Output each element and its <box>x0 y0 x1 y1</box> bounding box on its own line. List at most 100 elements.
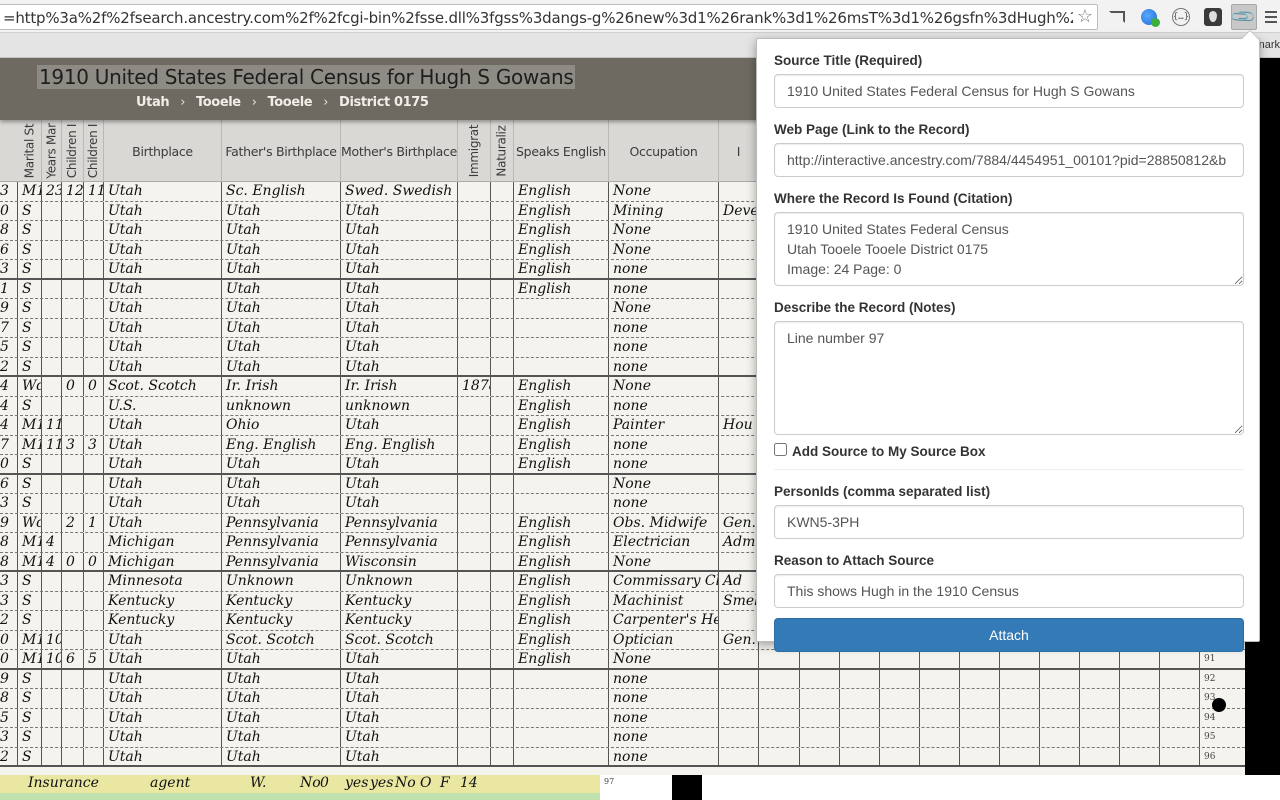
cell-ind <box>719 396 759 415</box>
cell-blank <box>1080 650 1120 668</box>
breadcrumb-city[interactable]: Tooele <box>268 95 313 110</box>
cell-blank <box>1040 747 1080 765</box>
person-ids-input[interactable] <box>774 505 1244 539</box>
cell-age: 3 <box>0 182 18 201</box>
cell-cl <box>84 338 104 357</box>
cell-mbp: Utah <box>341 318 458 337</box>
cell-fbp: Kentucky <box>222 591 341 610</box>
cast-icon <box>1109 11 1125 23</box>
attach-button[interactable]: Attach <box>774 618 1244 652</box>
column-header-label: Occupation <box>629 143 698 159</box>
bookmarks-overflow-label[interactable]: nark <box>1259 39 1280 51</box>
browser-menu-button[interactable] <box>1262 4 1280 30</box>
cell-fbp: Pennsylvania <box>222 533 341 552</box>
cell-bp: Utah <box>104 279 222 298</box>
cell-cb <box>62 533 84 552</box>
cell-ms: S <box>18 572 42 591</box>
cell-imm <box>458 416 491 435</box>
source-box-checkbox[interactable] <box>774 443 787 456</box>
image-edge <box>672 775 702 800</box>
globe-extension-button[interactable] <box>1136 4 1162 30</box>
address-bar-url[interactable]: =http%3a%2f%2fsearch.ancestry.com%2f%2fc… <box>3 9 1073 27</box>
cell-nat <box>491 533 514 552</box>
cell-mbp: Kentucky <box>341 611 458 630</box>
cell-blank <box>1040 650 1080 668</box>
cell-age: 5 <box>0 338 18 357</box>
cell-cb: 0 <box>62 377 84 396</box>
cell-nat <box>491 474 514 493</box>
cell-eng: English <box>514 435 609 454</box>
source-box-option[interactable]: Add Source to My Source Box <box>774 443 1242 460</box>
cell-fbp: Unknown <box>222 572 341 591</box>
cell-cl <box>84 611 104 630</box>
column-header: Father's Birthplace <box>222 120 341 182</box>
column-header-label: Naturaliz <box>495 125 510 177</box>
cell-mbp: Utah <box>341 728 458 747</box>
census-row[interactable]: 3 S Utah Utah Utah none 95 <box>0 728 1245 748</box>
column-header: Naturaliz <box>491 120 514 182</box>
cast-extension-button[interactable] <box>1104 4 1130 30</box>
breadcrumb-state[interactable]: Utah <box>136 95 170 110</box>
citation-textarea[interactable]: 1910 United States Federal Census Utah T… <box>774 212 1244 286</box>
cell-ind <box>719 650 759 668</box>
cell-ind <box>719 240 759 259</box>
cell-fbp: Utah <box>222 650 341 668</box>
shield-extension-button[interactable] <box>1200 4 1226 30</box>
notes-label: Describe the Record (Notes) <box>774 300 956 315</box>
census-row[interactable]: 5 S Utah Utah Utah none 94 <box>0 708 1245 728</box>
cell-ym <box>42 513 62 532</box>
cell-imm <box>458 182 491 201</box>
census-row[interactable]: 8 S Utah Utah Utah none 93 <box>0 689 1245 709</box>
cell-cl <box>84 533 104 552</box>
source-title-input[interactable] <box>774 74 1244 108</box>
cell-eng: English <box>514 260 609 278</box>
cell-ms: S <box>18 747 42 765</box>
cell-ms: M1 <box>18 182 42 201</box>
cell-imm <box>458 630 491 649</box>
census-row[interactable]: 0M11065UtahUtahUtahEnglishNone91 <box>0 650 1245 670</box>
code-extension-button[interactable]: {…} <box>1168 4 1194 30</box>
census-row[interactable]: 9 S Utah Utah Utah none 92 <box>0 669 1245 689</box>
cell-occ: none <box>609 689 719 708</box>
cell-blank <box>1040 728 1080 747</box>
cell-age: 3 <box>0 572 18 591</box>
cell-nat <box>491 396 514 415</box>
cell-blank <box>880 708 920 727</box>
citation-label: Where the Record Is Found (Citation) <box>774 191 1013 206</box>
cell-fbp: Utah <box>222 455 341 473</box>
column-header: Speaks English <box>514 120 609 182</box>
cell-blank <box>960 689 1000 708</box>
cell-ind <box>719 377 759 396</box>
cell-blank <box>1160 728 1200 747</box>
source-linker-extension-button[interactable]: 📎 <box>1229 2 1257 30</box>
highlighted-cell: No <box>300 775 321 791</box>
cell-blank <box>1000 708 1040 727</box>
cell-imm <box>458 201 491 220</box>
web-page-input[interactable] <box>774 143 1244 177</box>
cell-ind: Devel <box>719 201 759 220</box>
blank-area <box>702 775 1280 800</box>
cell-ms: S <box>18 279 42 298</box>
cell-ms: S <box>18 299 42 318</box>
bookmark-star-icon[interactable]: ☆ <box>1077 6 1093 27</box>
column-header: Mother's Birthplace <box>341 120 458 182</box>
source-box-label[interactable]: Add Source to My Source Box <box>792 444 986 459</box>
census-row[interactable]: 2 S Utah Utah Utah none 96 <box>0 747 1245 767</box>
breadcrumb-county[interactable]: Tooele <box>196 95 241 110</box>
breadcrumb-separator: › <box>251 95 257 110</box>
breadcrumb-district[interactable]: District 0175 <box>339 95 429 110</box>
address-bar[interactable]: =http%3a%2f%2fsearch.ancestry.com%2f%2fc… <box>0 4 1098 30</box>
cell-ym <box>42 377 62 396</box>
highlighted-cell: yes <box>345 775 369 791</box>
cell-cl <box>84 494 104 513</box>
cell-blank <box>1040 689 1080 708</box>
cell-blank <box>920 669 960 688</box>
notes-textarea[interactable]: Line number 97 <box>774 321 1244 435</box>
cell-occ: Electrician <box>609 533 719 552</box>
highlighted-record-row[interactable]: Insurance agent W. No 0 yes yes No O F 14 <box>0 775 600 800</box>
cell-ms: S <box>18 318 42 337</box>
reason-input[interactable] <box>774 574 1244 608</box>
cell-age: 3 <box>0 591 18 610</box>
cell-fbp: Utah <box>222 357 341 375</box>
cell-fbp: Pennsylvania <box>222 552 341 570</box>
